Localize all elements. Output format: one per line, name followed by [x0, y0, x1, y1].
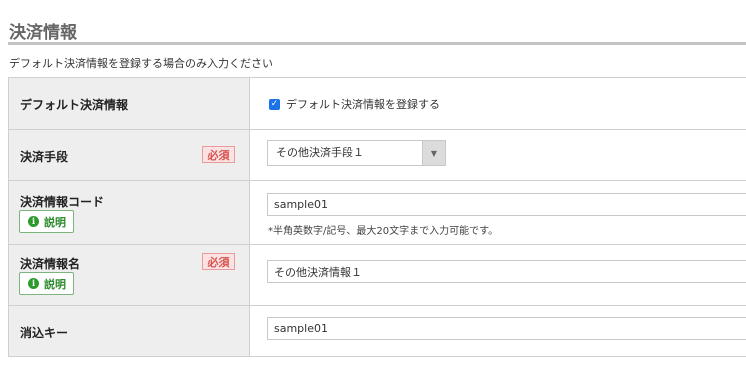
row-payment-method: 決済手段 必須 その他決済手段１ ▼: [8, 130, 746, 181]
payment-code-label: 決済情報コード: [20, 195, 105, 209]
required-badge: 必須: [202, 146, 235, 163]
help-button-label: 説明: [44, 277, 66, 291]
required-badge: 必須: [202, 253, 235, 270]
row-delete-key: 消込キー: [8, 306, 746, 357]
chevron-down-icon[interactable]: ▼: [422, 141, 445, 165]
payment-name-input[interactable]: [267, 260, 746, 283]
payment-name-help-button[interactable]: i 説明: [19, 272, 74, 295]
help-button-label: 説明: [44, 215, 66, 229]
row-default-payment: デフォルト決済情報 ✓ デフォルト決済情報を登録する: [8, 78, 746, 130]
default-payment-checkbox-label[interactable]: デフォルト決済情報を登録する: [286, 96, 440, 112]
row-body: [250, 306, 746, 356]
payment-form-table: デフォルト決済情報 ✓ デフォルト決済情報を登録する 決済手段 必須 その他決済…: [8, 77, 746, 357]
delete-key-label: 消込キー: [20, 326, 69, 340]
row-body: *半角英数字/記号、最大20文字まで入力可能です。: [250, 181, 746, 244]
section-title: 決済情報: [9, 23, 77, 43]
default-payment-checkbox-wrap[interactable]: ✓ デフォルト決済情報を登録する: [269, 96, 440, 112]
row-payment-name: 決済情報名 必須 i 説明: [8, 245, 746, 306]
row-payment-code: 決済情報コード i 説明 *半角英数字/記号、最大20文字まで入力可能です。: [8, 181, 746, 245]
row-header: 決済情報コード i 説明: [8, 181, 250, 244]
info-icon: i: [28, 278, 39, 289]
row-header: 決済情報名 必須 i 説明: [8, 245, 250, 305]
row-body: [250, 245, 746, 305]
title-divider: [8, 42, 746, 45]
payment-method-select[interactable]: その他決済手段１ ▼: [267, 140, 446, 166]
payment-code-help-button[interactable]: i 説明: [19, 210, 74, 233]
info-icon: i: [28, 216, 39, 227]
section-description: デフォルト決済情報を登録する場合のみ入力ください: [9, 57, 273, 70]
row-header: 決済手段 必須: [8, 130, 250, 180]
delete-key-input[interactable]: [267, 317, 746, 340]
row-header: 消込キー: [8, 306, 250, 356]
payment-code-input[interactable]: [267, 193, 746, 216]
payment-name-label: 決済情報名: [20, 257, 81, 271]
row-body: ✓ デフォルト決済情報を登録する: [250, 78, 746, 129]
default-payment-checkbox[interactable]: ✓: [269, 98, 280, 110]
default-payment-label: デフォルト決済情報: [20, 98, 129, 112]
row-body: その他決済手段１ ▼: [250, 130, 746, 180]
payment-method-selected-value: その他決済手段１: [276, 146, 364, 159]
payment-code-note: *半角英数字/記号、最大20文字まで入力可能です。: [268, 226, 499, 237]
row-header: デフォルト決済情報: [8, 78, 250, 129]
payment-method-label: 決済手段: [20, 150, 69, 164]
